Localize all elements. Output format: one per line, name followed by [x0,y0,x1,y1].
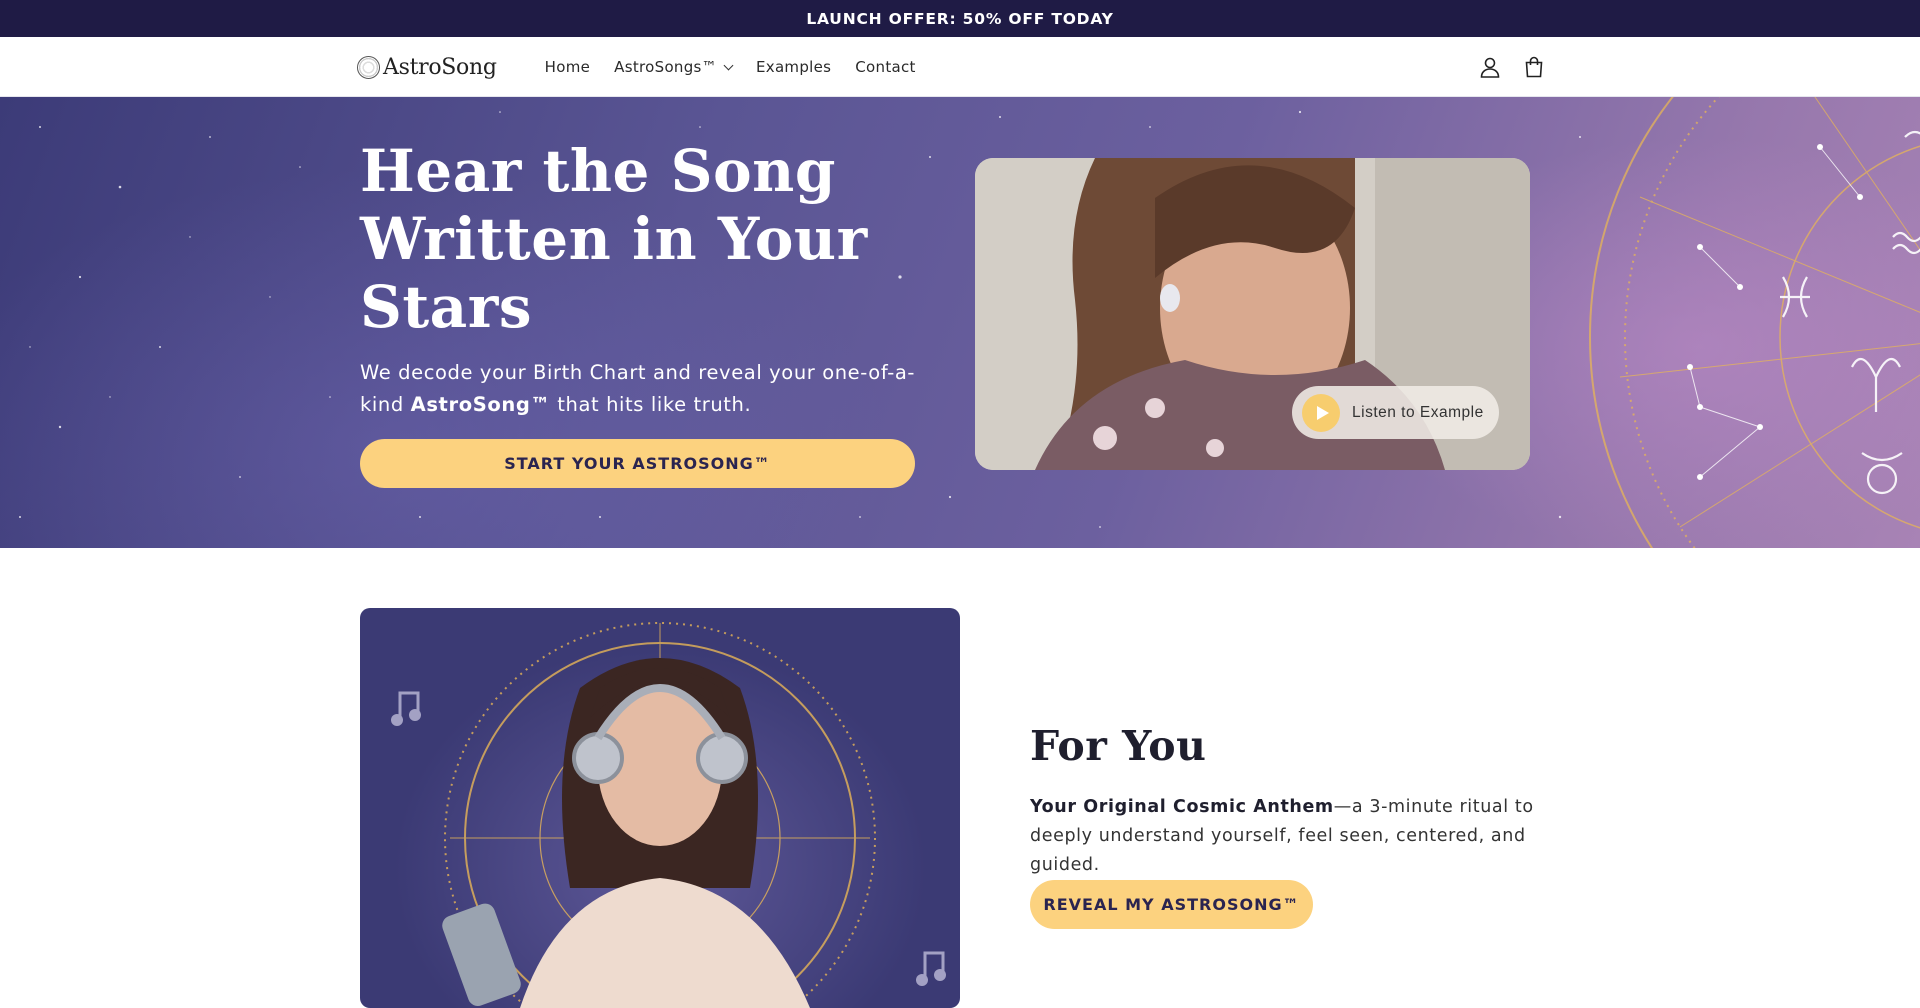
hero-title: Hear the Song Written in Your Stars [360,137,868,341]
account-icon[interactable] [1479,56,1501,78]
for-you-image [360,608,960,1008]
listen-example-button[interactable]: Listen to Example [1292,386,1499,439]
logo[interactable]: AstroSong [357,55,497,80]
nav-examples-label: Examples [755,58,832,76]
for-you-section: For You Your Original Cosmic Anthem—a 3-… [0,548,1920,1008]
nav-astrosongs-label: AstroSongs™ [614,58,717,76]
nav-examples[interactable]: Examples [744,58,843,76]
chevron-down-icon [723,60,734,71]
logo-text: AstroSong [383,54,497,80]
nav-contact-label: Contact [855,58,916,76]
nav-astrosongs[interactable]: AstroSongs™ [602,58,744,76]
main-nav: Home AstroSongs™ Examples Contact [533,58,928,76]
start-astrosong-button[interactable]: START YOUR ASTROSONG™ [360,439,915,488]
nav-home[interactable]: Home [533,58,603,76]
announcement-text: LAUNCH OFFER: 50% OFF TODAY [806,9,1114,28]
nav-home-label: Home [544,58,591,76]
hero-subtitle-end: that hits like truth. [550,393,752,416]
site-header: AstroSong Home AstroSongs™ Examples Cont… [0,37,1920,97]
zodiac-wheel-decoration [1589,97,1920,548]
starfield-background [19,97,1920,548]
play-icon [1302,393,1340,432]
announcement-bar: LAUNCH OFFER: 50% OFF TODAY [0,0,1920,37]
listen-example-label: Listen to Example [1352,403,1484,421]
hero-section: Hear the Song Written in Your Stars We d… [0,97,1920,548]
logo-mark-icon [357,55,380,79]
for-you-description-bold: Your Original Cosmic Anthem [1030,797,1334,817]
reveal-astrosong-button[interactable]: REVEAL MY ASTROSONG™ [1030,880,1313,929]
nav-contact[interactable]: Contact [843,58,927,76]
hero-subtitle-brand: AstroSong™ [410,393,551,416]
for-you-description: Your Original Cosmic Anthem—a 3-minute r… [1030,793,1590,880]
for-you-title: For You [1030,722,1207,770]
cart-icon[interactable] [1523,56,1545,78]
hero-subtitle: We decode your Birth Chart and reveal yo… [360,357,920,421]
